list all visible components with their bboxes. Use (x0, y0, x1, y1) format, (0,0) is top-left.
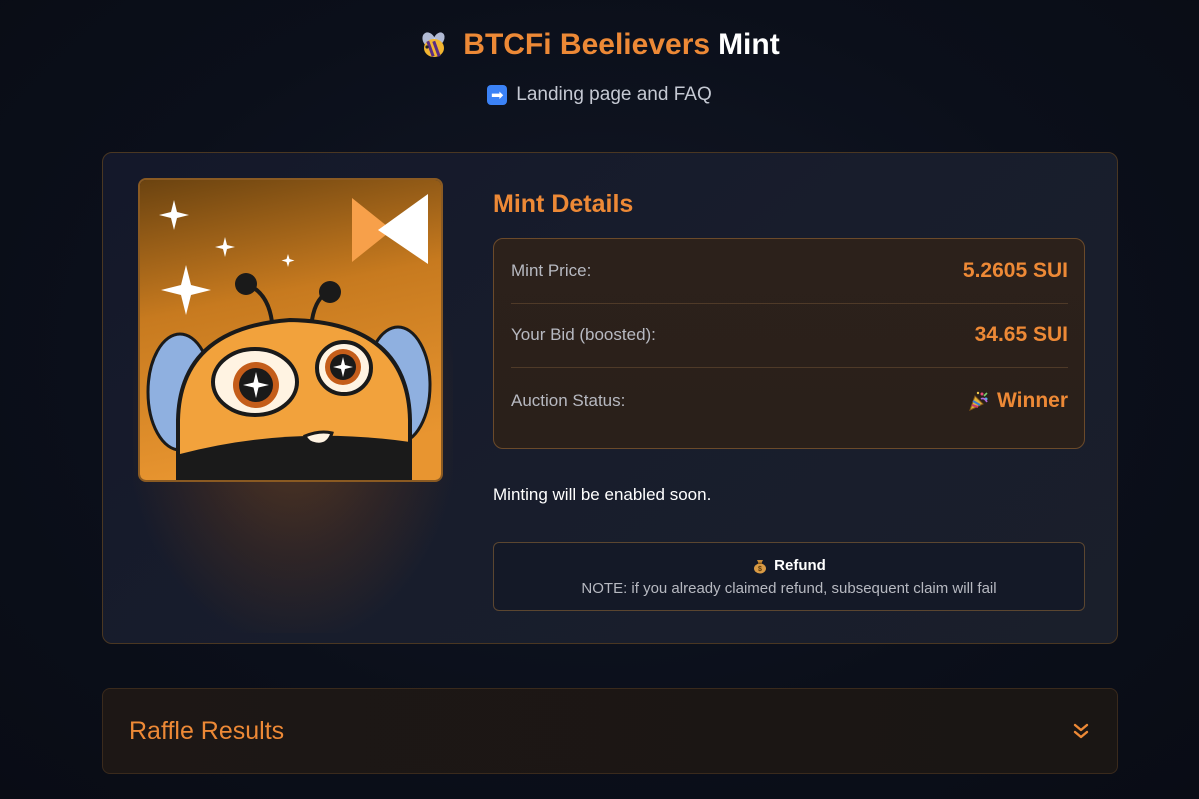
minting-note: Minting will be enabled soon. (493, 485, 712, 504)
landing-page-link[interactable]: ➡ Landing page and FAQ (0, 84, 1199, 106)
auction-status-row: Auction Status: Winner (511, 369, 1068, 433)
money-bag-icon: $ (752, 558, 768, 574)
refund-button[interactable]: $ Refund NOTE: if you already claimed re… (493, 542, 1085, 611)
nft-bee-image (138, 178, 443, 482)
auction-status-label: Auction Status: (511, 391, 626, 410)
your-bid-row: Your Bid (boosted): 34.65 SUI (511, 303, 1068, 368)
mint-card: Mint Details Mint Price: 5.2605 SUI Your… (102, 152, 1118, 644)
party-popper-icon (967, 390, 989, 412)
refund-title: $ Refund (494, 557, 1084, 574)
landing-page-link-label: Landing page and FAQ (516, 84, 712, 105)
refund-note: NOTE: if you already claimed refund, sub… (581, 580, 997, 597)
mint-price-row: Mint Price: 5.2605 SUI (511, 239, 1068, 304)
mint-details-box: Mint Price: 5.2605 SUI Your Bid (boosted… (493, 238, 1085, 449)
auction-status-text: Winner (997, 389, 1068, 412)
auction-status-value: Winner (967, 389, 1068, 413)
mint-details-title: Mint Details (493, 190, 634, 218)
double-chevron-down-icon[interactable] (1071, 721, 1091, 741)
mint-price-value: 5.2605 SUI (962, 259, 1068, 282)
svg-text:$: $ (758, 566, 762, 573)
arrow-right-icon: ➡ (487, 85, 508, 105)
bee-icon (419, 30, 449, 60)
your-bid-value: 34.65 SUI (974, 323, 1068, 346)
raffle-results-accordion[interactable]: Raffle Results (102, 688, 1118, 774)
raffle-results-title: Raffle Results (129, 717, 285, 745)
refund-label: Refund (774, 557, 826, 574)
title-main: BTCFi Beelievers (463, 28, 711, 61)
mint-price-label: Mint Price: (511, 261, 592, 280)
page-header: BTCFi Beelievers Mint ➡ Landing page and… (0, 0, 1199, 140)
your-bid-label: Your Bid (boosted): (511, 325, 656, 344)
title-mint: Mint (718, 28, 780, 61)
page-title: BTCFi Beelievers Mint (0, 28, 1199, 62)
